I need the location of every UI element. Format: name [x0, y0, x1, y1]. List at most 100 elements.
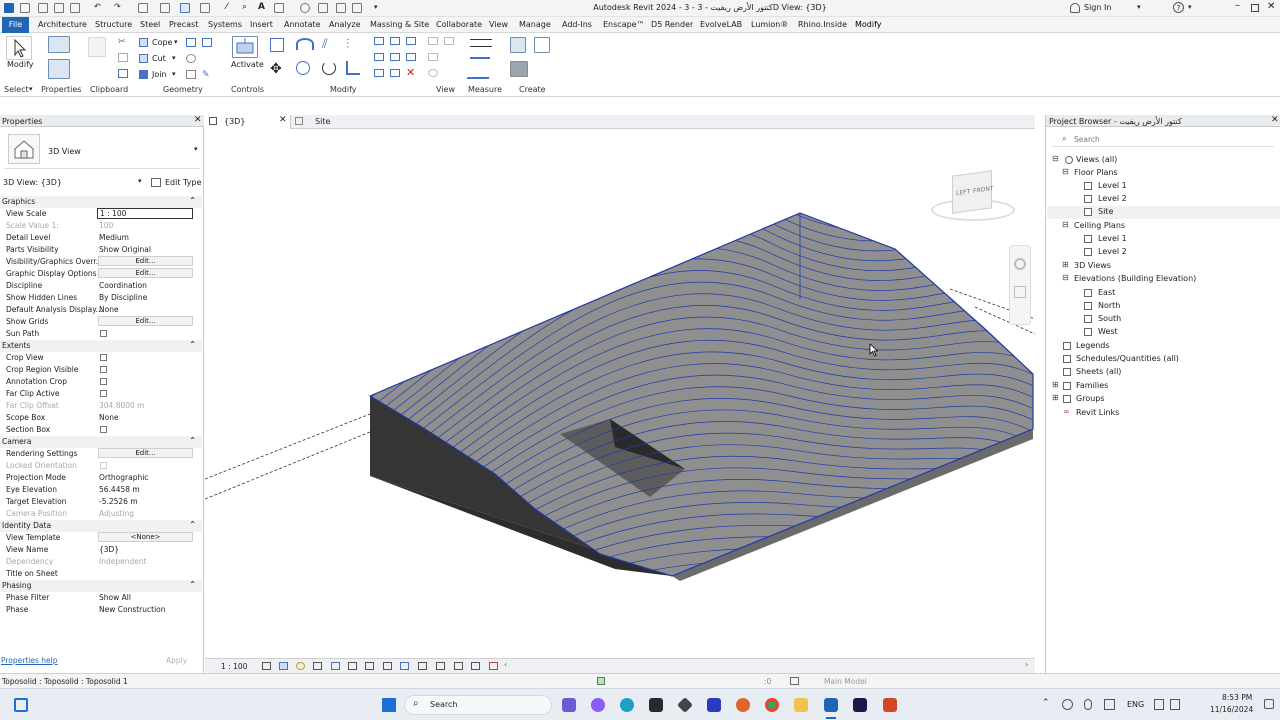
tab-architecture[interactable]: Architecture [38, 20, 87, 29]
section-camera[interactable]: Camera ⌃ [0, 436, 202, 448]
prop-target-elevation[interactable]: Target Elevation -5.2526 m [0, 496, 200, 508]
measure-qa-icon[interactable] [160, 3, 170, 13]
hide-element-icon[interactable] [428, 37, 438, 45]
split-gap-icon[interactable] [390, 37, 400, 45]
trim-icon[interactable] [346, 61, 360, 75]
expand-icon[interactable]: ⊞ [1052, 380, 1059, 389]
prop-hidden-lines[interactable]: Show Hidden Lines By Discipline [0, 292, 200, 304]
apply-button[interactable]: Apply [166, 656, 187, 665]
tree-fp-level2[interactable]: Level 2 [1084, 193, 1274, 206]
taskbar-search[interactable]: ⌕ Search [404, 695, 552, 715]
network-icon[interactable] [1062, 699, 1073, 710]
wall-joins-icon[interactable] [202, 38, 212, 47]
copy-icon[interactable] [118, 53, 128, 62]
prop-title-on-sheet[interactable]: Title on Sheet [0, 568, 200, 580]
prop-phase[interactable]: Phase New Construction [0, 604, 200, 616]
maximize-icon[interactable] [1251, 4, 1259, 12]
graphic-display-edit-button[interactable]: Edit... [98, 268, 193, 278]
crop-view-checkbox[interactable] [100, 354, 107, 361]
prop-parts-visibility[interactable]: Parts Visibility Show Original [0, 244, 200, 256]
properties-close-icon[interactable]: ✕ [194, 115, 202, 125]
tree-fp-level1[interactable]: Level 1 [1084, 180, 1274, 193]
tree-north[interactable]: North [1084, 300, 1274, 313]
browser-search[interactable]: ⌕ [1052, 133, 1274, 147]
expand-icon[interactable]: ⊞ [1052, 393, 1059, 402]
tab-lumion[interactable]: Lumion® [751, 20, 788, 29]
rendering-edit-button[interactable]: Edit... [98, 448, 193, 458]
instance-chevron-icon[interactable]: ▾ [138, 177, 142, 185]
tab-systems[interactable]: Systems [208, 20, 242, 29]
tab-evolvelab[interactable]: EvolveLAB [700, 20, 742, 29]
modify-cursor-icon[interactable] [6, 36, 32, 60]
tab-collaborate[interactable]: Collaborate [436, 20, 482, 29]
copilot-icon[interactable] [591, 698, 605, 712]
tree-floor-plans[interactable]: ⊟ Floor Plans [1062, 167, 1272, 180]
clock-date[interactable]: 11/16/2024 [1210, 705, 1253, 714]
user-icon[interactable] [1070, 3, 1080, 13]
tab-massing-site[interactable]: Massing & Site [370, 20, 429, 29]
visual-style-icon[interactable] [279, 662, 288, 670]
collapse-icon[interactable]: ⌃ [189, 340, 196, 349]
view-misc-icon[interactable] [428, 69, 438, 77]
tree-elevations[interactable]: ⊟ Elevations (Building Elevation) [1062, 273, 1272, 286]
create-group-icon[interactable] [510, 61, 528, 77]
collapse-icon[interactable]: ⌃ [189, 520, 196, 529]
type-selector[interactable]: 3D View ▾ [4, 131, 200, 169]
section-identity-data[interactable]: Identity Data ⌃ [0, 520, 202, 532]
activate-icon[interactable] [232, 36, 258, 58]
show-grids-edit-button[interactable]: Edit... [98, 316, 193, 326]
firefox-icon[interactable] [736, 698, 750, 712]
save-icon[interactable] [54, 3, 64, 13]
edit-type-button[interactable]: Edit Type [165, 178, 201, 187]
align-icon[interactable] [270, 38, 284, 52]
tree-views-all[interactable]: ⊟ Views (all) [1052, 154, 1272, 167]
delete-icon[interactable]: ✕ [406, 66, 415, 79]
premiere-icon[interactable] [853, 698, 867, 712]
thin-lines-icon[interactable] [180, 3, 190, 13]
trim-extend-single-icon[interactable] [406, 37, 416, 45]
crop-view-icon[interactable] [348, 662, 357, 670]
tree-south[interactable]: South [1084, 313, 1274, 326]
scroll-right-icon[interactable]: › [1025, 660, 1028, 669]
tab-close-icon[interactable]: ✕ [279, 115, 287, 125]
unpin-icon[interactable] [390, 69, 400, 77]
tab-enscape[interactable]: Enscape™ [603, 20, 645, 29]
tab-analyze[interactable]: Analyze [329, 20, 361, 29]
prop-scope-box[interactable]: Scope Box None [0, 412, 200, 424]
split-face-icon[interactable] [186, 38, 196, 47]
minimize-icon[interactable]: – [1235, 0, 1240, 11]
design-options-icon[interactable] [790, 677, 799, 685]
tree-revit-links[interactable]: ∞ Revit Links [1062, 407, 1272, 420]
tab-manage[interactable]: Manage [519, 20, 551, 29]
prop-phase-filter[interactable]: Phase Filter Show All [0, 592, 200, 604]
prop-detail-level[interactable]: Detail Level Medium [0, 232, 200, 244]
store-icon[interactable] [649, 698, 663, 712]
sun-path-icon[interactable] [296, 662, 305, 670]
render-icon[interactable] [331, 662, 340, 670]
dimension-icon[interactable] [470, 57, 490, 59]
expand-icon[interactable]: ⊞ [1062, 260, 1069, 269]
reveal-constraints-icon[interactable] [489, 662, 498, 670]
vg-edit-button[interactable]: Edit... [98, 256, 193, 266]
home-icon[interactable] [20, 3, 30, 13]
tab-precast[interactable]: Precast [169, 20, 198, 29]
tree-cp-level2[interactable]: Level 2 [1084, 246, 1274, 259]
tree-3d-views[interactable]: ⊞ 3D Views [1062, 260, 1272, 273]
highlight-displacement-icon[interactable] [471, 662, 480, 670]
prop-discipline[interactable]: Discipline Coordination [0, 280, 200, 292]
sun-path-checkbox[interactable] [100, 330, 107, 337]
teams-icon[interactable] [562, 698, 576, 712]
reveal-hidden-icon[interactable] [418, 662, 427, 670]
collapse-icon[interactable]: ⊟ [1062, 273, 1069, 282]
collapse-icon[interactable]: ⌃ [189, 580, 196, 589]
language-indicator[interactable]: ENG [1127, 700, 1144, 709]
cut-clipboard-icon[interactable]: ✂ [118, 37, 126, 47]
tab-modify[interactable]: Modify [855, 20, 882, 29]
activate-button[interactable]: Activate [231, 60, 264, 69]
cut-button[interactable]: Cut [152, 54, 166, 63]
sign-in-link[interactable]: Sign In [1084, 3, 1111, 12]
modify-button[interactable]: Modify [7, 60, 34, 69]
viewcube[interactable]: LEFT FRONT [927, 165, 1017, 227]
create-assembly-icon[interactable] [510, 37, 526, 53]
viewcube-front-face[interactable]: FRONT [973, 185, 994, 195]
